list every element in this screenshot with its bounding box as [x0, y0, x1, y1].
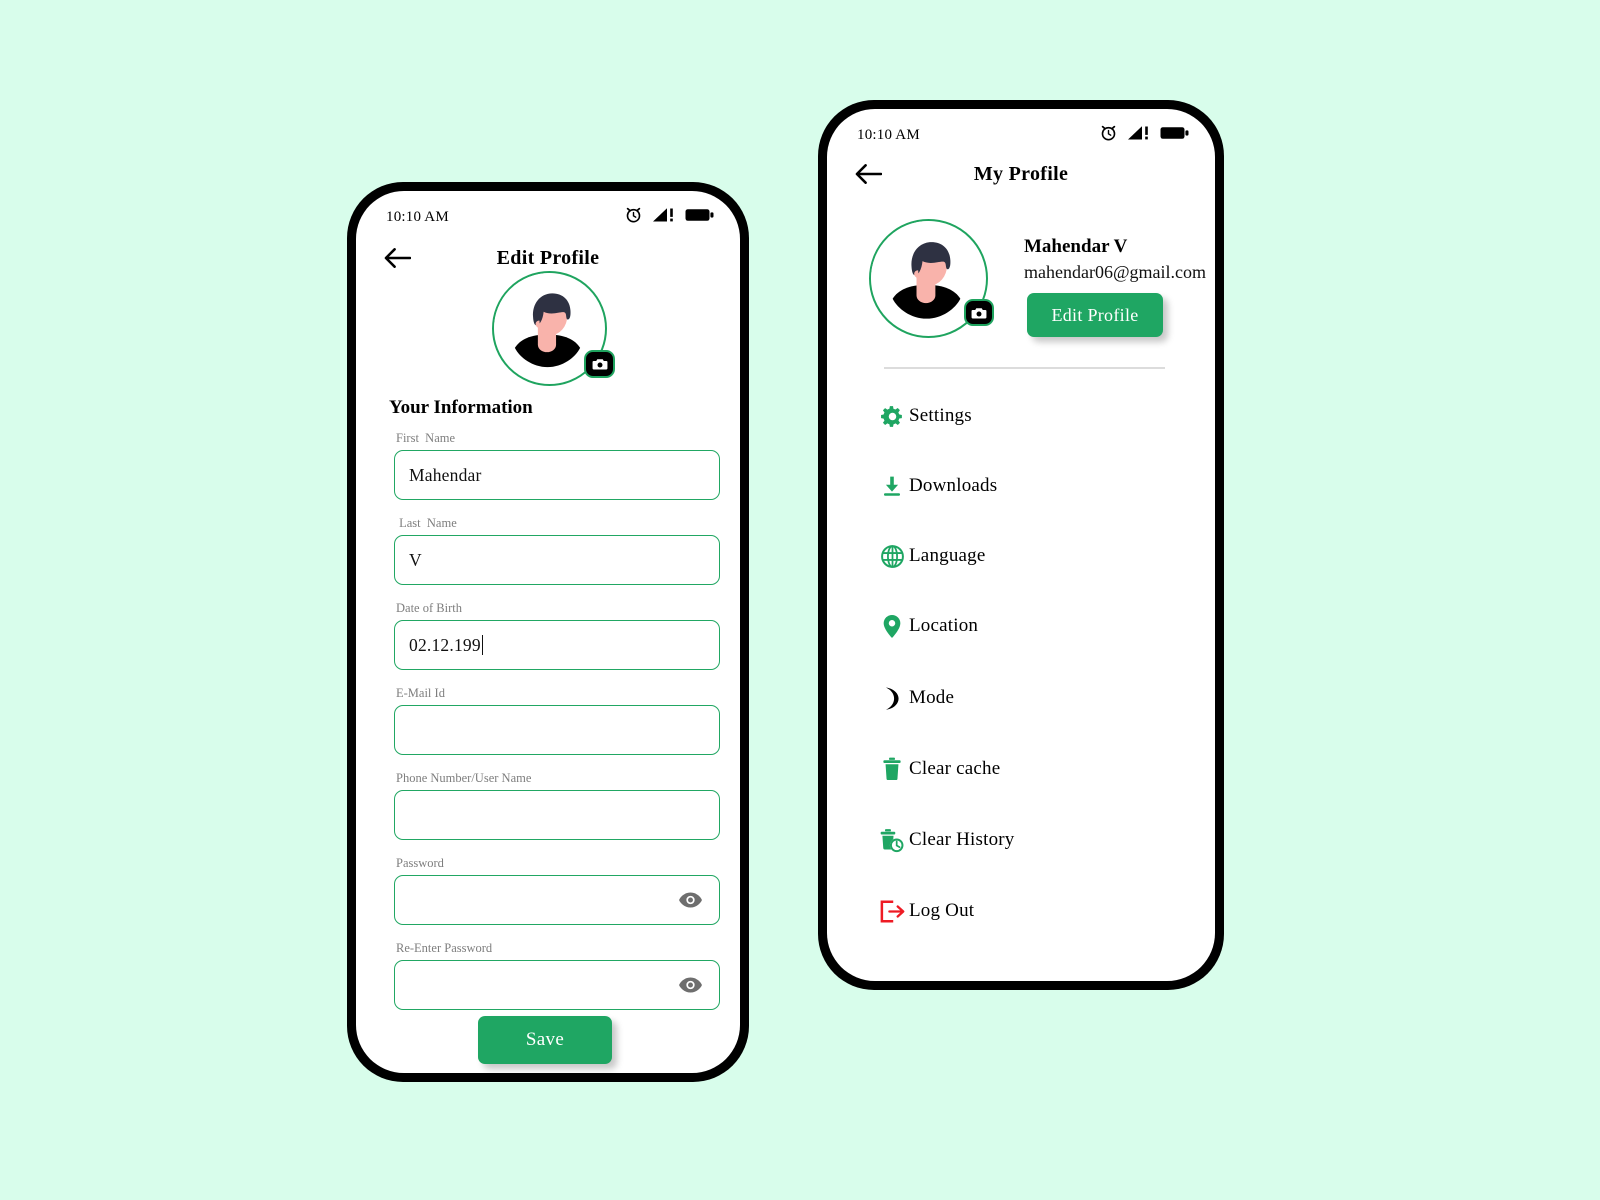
menu-item-location[interactable]: Location	[875, 604, 1185, 648]
menu-item-language[interactable]: Language	[875, 534, 1185, 578]
screen-edit-profile: 10:10 AM Edit Profile Your Information F…	[356, 191, 740, 1073]
download-icon	[875, 474, 909, 498]
menu-item-label: Settings	[909, 405, 972, 426]
save-button[interactable]: Save	[478, 1016, 612, 1064]
moon-icon	[875, 686, 909, 711]
field-phone-username: Phone Number/User Name	[394, 771, 720, 840]
user-name: Mahendar V	[1024, 236, 1128, 257]
menu-item-label: Clear cache	[909, 758, 1001, 779]
field-last-name: Last Name V	[394, 516, 720, 585]
status-time: 10:10 AM	[857, 126, 920, 143]
field-label: Date of Birth	[396, 601, 462, 615]
menu-item-mode[interactable]: Mode	[875, 676, 1185, 720]
arrow-left-icon	[855, 164, 882, 184]
field-reenter-password: Re-Enter Password	[394, 941, 720, 1010]
menu-item-label: Language	[909, 545, 986, 566]
globe-icon	[875, 544, 909, 569]
field-value: V	[409, 549, 422, 570]
camera-icon	[971, 307, 987, 318]
menu-item-label: Location	[909, 615, 979, 636]
alarm-icon	[624, 205, 643, 229]
trash-clock-icon	[875, 828, 909, 853]
back-button[interactable]	[380, 241, 414, 275]
phone-frame-edit-profile: 10:10 AM Edit Profile Your Information F…	[347, 182, 749, 1082]
toggle-password-visibility-button[interactable]	[678, 892, 703, 909]
status-bar: 10:10 AM	[356, 191, 740, 233]
status-bar: 10:10 AM	[827, 109, 1215, 151]
menu-item-label: Clear History	[909, 829, 1015, 850]
phone-username-input[interactable]	[394, 790, 720, 840]
location-pin-icon	[875, 614, 909, 639]
back-button[interactable]	[851, 157, 885, 191]
page-title: My Profile	[973, 162, 1069, 185]
field-value: 02.12.199	[409, 634, 481, 655]
camera-icon	[592, 359, 607, 370]
screen-my-profile: 10:10 AM My Profile Mahendar V mahendar0…	[827, 109, 1215, 981]
status-icons	[624, 205, 714, 229]
email-input[interactable]	[394, 705, 720, 755]
field-value: Mahendar	[409, 464, 482, 485]
field-first-name: First Name Mahendar	[394, 431, 720, 500]
eye-icon	[679, 892, 702, 908]
field-email: E-Mail Id	[394, 686, 720, 755]
logout-arrow-icon	[875, 899, 909, 923]
status-time: 10:10 AM	[386, 208, 449, 225]
first-name-input[interactable]: Mahendar	[394, 450, 720, 500]
field-password: Password	[394, 856, 720, 925]
battery-icon	[685, 207, 714, 228]
avatar[interactable]	[869, 219, 994, 338]
menu-item-label: Downloads	[909, 475, 998, 496]
menu-item-downloads[interactable]: Downloads	[875, 464, 1185, 508]
menu-item-log-out[interactable]: Log Out	[875, 889, 1185, 933]
change-photo-button[interactable]	[584, 350, 615, 378]
text-caret	[481, 635, 484, 655]
menu-item-clear-history[interactable]: Clear History	[875, 818, 1185, 862]
last-name-input[interactable]: V	[394, 535, 720, 585]
field-label: Password	[396, 856, 444, 870]
reenter-password-input[interactable]	[394, 960, 720, 1010]
avatar[interactable]	[492, 271, 615, 386]
phone-frame-my-profile: 10:10 AM My Profile Mahendar V mahendar0…	[818, 100, 1224, 990]
alarm-icon	[1099, 123, 1118, 147]
battery-icon	[1160, 125, 1189, 146]
eye-icon	[679, 977, 702, 993]
menu-item-label: Mode	[909, 687, 955, 708]
date-of-birth-input[interactable]: 02.12.199	[394, 620, 720, 670]
field-label: E-Mail Id	[396, 686, 445, 700]
field-label: Re-Enter Password	[396, 941, 493, 955]
menu-item-label: Log Out	[909, 900, 975, 921]
toggle-reenter-password-visibility-button[interactable]	[678, 977, 703, 994]
edit-profile-button[interactable]: Edit Profile	[1027, 293, 1163, 337]
user-email: mahendar06@gmail.com	[1024, 262, 1207, 282]
field-label: Last Name	[396, 516, 457, 530]
signal-icon	[1127, 124, 1151, 147]
field-date-of-birth: Date of Birth 02.12.199	[394, 601, 720, 670]
arrow-left-icon	[384, 248, 411, 268]
gear-icon	[875, 404, 909, 429]
trash-icon	[875, 757, 909, 781]
change-photo-button[interactable]	[964, 299, 994, 326]
menu-item-settings[interactable]: Settings	[875, 394, 1185, 438]
section-divider	[884, 367, 1165, 369]
field-label: First Name	[396, 431, 456, 445]
password-input[interactable]	[394, 875, 720, 925]
status-icons	[1099, 123, 1189, 147]
section-title: Your Information	[389, 397, 533, 418]
app-bar: My Profile	[827, 151, 1215, 197]
field-label: Phone Number/User Name	[396, 771, 532, 785]
menu-item-clear-cache[interactable]: Clear cache	[875, 747, 1185, 791]
signal-icon	[652, 206, 676, 229]
